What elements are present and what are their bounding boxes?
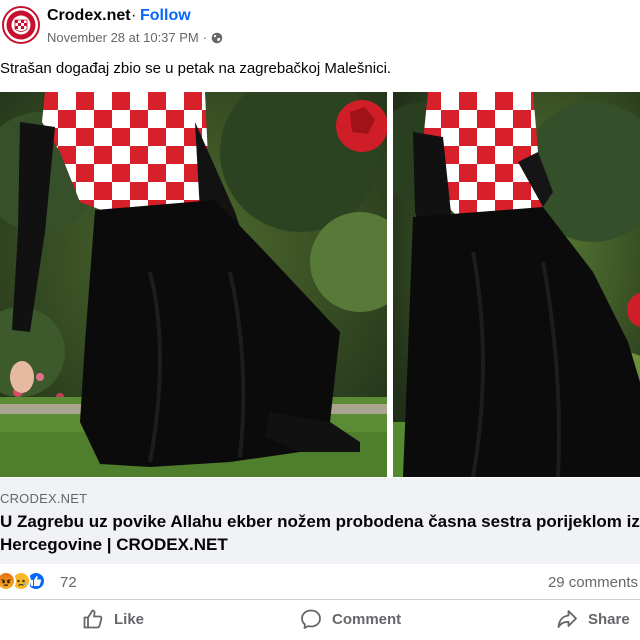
comments-count[interactable]: 29 comments <box>548 574 638 591</box>
post-timestamp[interactable]: November 28 at 10:37 PM <box>47 30 199 45</box>
like-label: Like <box>114 610 145 628</box>
comment-button[interactable]: Comment <box>300 604 401 634</box>
photo-left-scene <box>0 92 387 477</box>
follow-button[interactable]: Follow <box>140 7 191 25</box>
post-meta: November 28 at 10:37 PM · <box>47 30 223 45</box>
link-title[interactable]: U Zagrebu uz povike Allahu ekber nožem p… <box>0 510 640 556</box>
crodex-logo-icon <box>4 8 38 42</box>
comment-bubble-icon <box>301 609 321 629</box>
reaction-icons[interactable] <box>0 571 46 591</box>
post-caption: Strašan događaj zbio se u petak na zagre… <box>0 60 392 77</box>
comment-label: Comment <box>332 610 402 628</box>
link-preview[interactable]: CRODEX.NET U Zagrebu uz povike Allahu ek… <box>0 478 640 564</box>
angry-reaction-icon <box>0 571 16 591</box>
like-button[interactable]: Like <box>82 604 144 634</box>
action-bar: Like Comment Share <box>0 600 640 640</box>
photo-left[interactable] <box>0 92 387 477</box>
link-domain: CRODEX.NET <box>0 491 88 506</box>
share-arrow-icon <box>557 610 577 628</box>
post-image[interactable] <box>0 92 640 477</box>
share-button[interactable]: Share <box>556 604 630 634</box>
share-label: Share <box>588 610 630 628</box>
photo-right-scene <box>393 92 640 477</box>
reaction-count[interactable]: 72 <box>60 574 77 591</box>
page-avatar[interactable] <box>2 6 40 44</box>
meta-separator: · <box>202 30 208 45</box>
photo-right[interactable] <box>393 92 640 477</box>
globe-icon[interactable] <box>211 32 223 44</box>
post-header: Crodex.net · Follow November 28 at 10:37… <box>0 0 640 54</box>
reactions-bar: 72 29 comments <box>0 569 640 593</box>
page-name-link[interactable]: Crodex.net <box>47 7 131 25</box>
header-separator: · <box>131 7 137 24</box>
thumbs-up-icon <box>83 609 103 629</box>
